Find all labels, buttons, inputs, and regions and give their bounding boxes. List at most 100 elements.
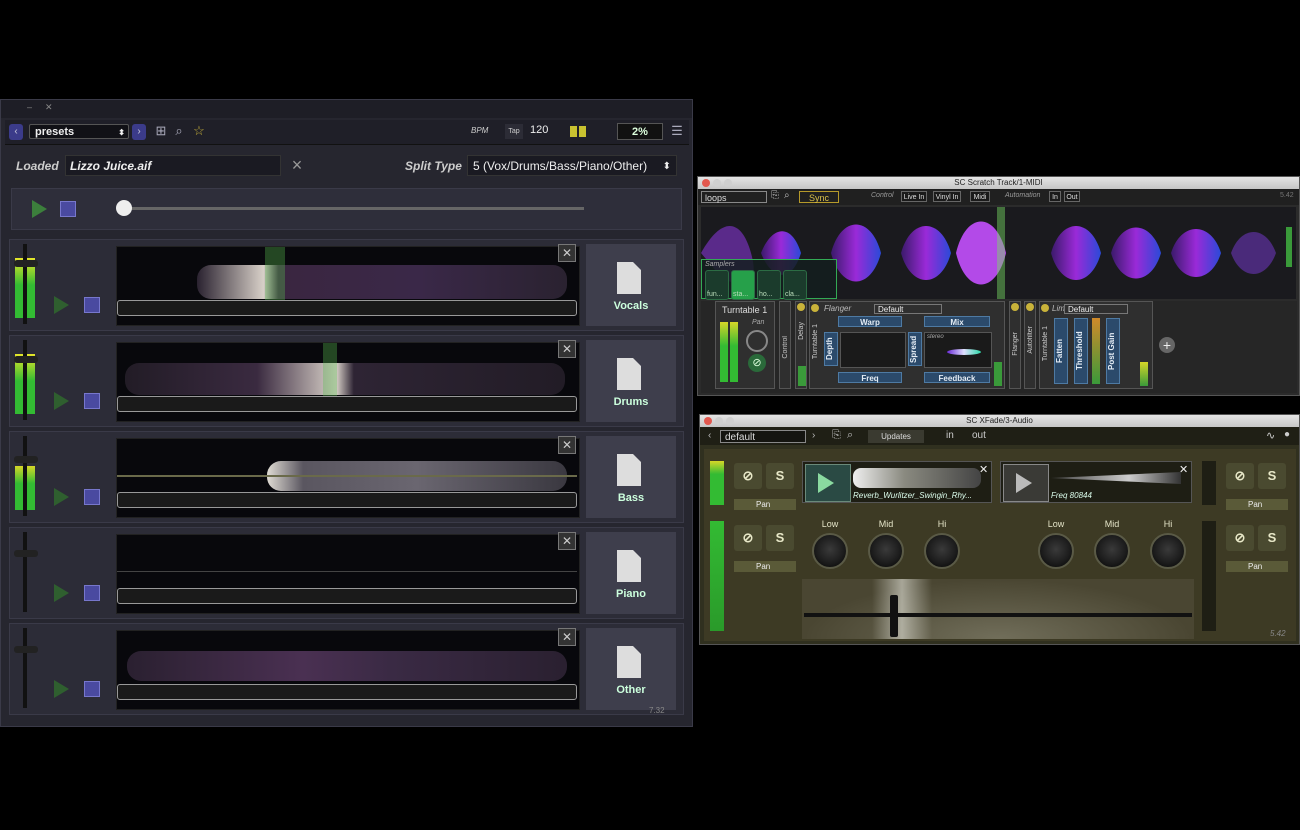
waveform-overview[interactable]	[117, 396, 577, 412]
power-icon[interactable]	[811, 304, 819, 312]
sampler-pad[interactable]: ho...	[757, 270, 781, 300]
user-icon[interactable]: ●	[1284, 429, 1290, 440]
position-slider-track[interactable]	[122, 207, 584, 210]
link-icon[interactable]: ⎘	[771, 190, 779, 201]
mute-button[interactable]: ⊘	[734, 463, 762, 489]
stop-icon[interactable]	[84, 297, 100, 313]
close-window-button[interactable]: ✕	[45, 103, 55, 112]
add-folder-icon[interactable]: ⊞	[153, 123, 169, 139]
close-icon[interactable]: ✕	[558, 340, 576, 358]
play-icon[interactable]	[32, 200, 47, 218]
power-icon[interactable]	[797, 303, 805, 311]
volume-fader-handle[interactable]	[14, 356, 38, 363]
star-icon[interactable]: ☆	[191, 123, 207, 139]
eq-hi-knob[interactable]	[924, 533, 960, 569]
solo-button[interactable]: S	[766, 463, 794, 489]
crossfader-area[interactable]	[802, 579, 1194, 639]
freq-button[interactable]: Freq	[838, 372, 902, 383]
loaded-file-field[interactable]: Lizzo Juice.aif	[65, 155, 281, 176]
volume-fader-handle[interactable]	[14, 456, 38, 463]
sampler-pad[interactable]: sta...	[731, 270, 755, 300]
play-icon[interactable]	[54, 680, 69, 698]
power-icon[interactable]	[1011, 303, 1019, 311]
window-titlebar[interactable]: SC Scratch Track/1-MIDI	[698, 177, 1299, 189]
play-icon[interactable]	[54, 584, 69, 602]
power-icon[interactable]	[1026, 303, 1034, 311]
eq-mid-knob[interactable]	[868, 533, 904, 569]
close-icon[interactable]: ✕	[558, 628, 576, 646]
chevron-left-icon[interactable]: ‹	[708, 430, 711, 441]
close-window-button[interactable]	[702, 179, 710, 187]
chevron-left-icon[interactable]: ‹	[9, 124, 23, 140]
volume-fader-track[interactable]	[1202, 461, 1216, 505]
depth-button[interactable]: Depth	[824, 332, 838, 366]
mute-button[interactable]: ⊘	[1226, 463, 1254, 489]
split-type-select[interactable]: 5 (Vox/Drums/Bass/Piano/Other) ⬍	[467, 155, 677, 176]
search-icon[interactable]: ⌕	[784, 190, 790, 201]
stop-icon[interactable]	[84, 489, 100, 505]
mute-button[interactable]: ⊘	[1226, 525, 1254, 551]
power-icon[interactable]	[1041, 304, 1049, 312]
deck-a[interactable]: Reverb_Wurlitzer_Swingin_Rhy... ✕	[802, 461, 992, 503]
close-icon[interactable]: ✕	[558, 436, 576, 454]
zoom-button[interactable]	[724, 179, 732, 187]
post-gain-button[interactable]: Post Gain	[1106, 318, 1120, 384]
plus-icon[interactable]: +	[1159, 337, 1175, 353]
stem-file-card[interactable]: Bass	[586, 436, 676, 518]
play-icon[interactable]	[54, 392, 69, 410]
pan-slider[interactable]: Pan	[734, 561, 796, 572]
play-icon[interactable]	[805, 464, 851, 502]
close-window-button[interactable]	[704, 417, 712, 425]
volume-fader-track[interactable]	[23, 628, 27, 708]
vinyl-in-button[interactable]: Vinyl In	[933, 191, 961, 202]
close-icon[interactable]: ✕	[558, 244, 576, 262]
bpm-value[interactable]: 120	[530, 124, 548, 136]
pan-slider[interactable]: Pan	[1226, 499, 1288, 510]
eq-hi-knob[interactable]	[1150, 533, 1186, 569]
waveform-overview[interactable]	[117, 684, 577, 700]
window-titlebar[interactable]: ‒ ✕	[1, 100, 692, 118]
updates-button[interactable]: Updates	[868, 430, 924, 443]
mute-icon[interactable]: ⊘	[748, 354, 766, 372]
close-icon[interactable]: ✕	[979, 463, 988, 476]
menu-icon[interactable]: ☰	[669, 123, 685, 139]
sync-button[interactable]: Sync	[799, 191, 839, 203]
mix-button[interactable]: Mix	[924, 316, 990, 327]
stop-icon[interactable]	[84, 393, 100, 409]
play-icon[interactable]	[1003, 464, 1049, 502]
zoom-button[interactable]	[726, 417, 734, 425]
chevron-right-icon[interactable]: ›	[812, 430, 815, 441]
live-in-button[interactable]: Live In	[901, 191, 927, 202]
volume-fader-handle[interactable]	[14, 550, 38, 557]
stem-file-card[interactable]: Drums	[586, 340, 676, 422]
deck-b[interactable]: Freq 80844 ✕	[1000, 461, 1192, 503]
stop-icon[interactable]	[84, 585, 100, 601]
pan-slider[interactable]: Pan	[734, 499, 796, 510]
volume-fader-handle[interactable]	[14, 260, 38, 267]
automation-in-button[interactable]: In	[1049, 191, 1061, 202]
volume-fader-track[interactable]	[23, 532, 27, 612]
search-icon[interactable]: ⌕	[171, 123, 187, 139]
sampler-pad[interactable]: fun...	[705, 270, 729, 300]
stem-file-card[interactable]: Other	[586, 628, 676, 710]
link-icon[interactable]: ⎘	[832, 429, 841, 442]
waveform-overview[interactable]	[117, 492, 577, 508]
search-icon[interactable]: ⌕	[847, 429, 853, 442]
tap-tempo-button[interactable]: Tap	[505, 124, 523, 139]
stem-file-card[interactable]: Piano	[586, 532, 676, 614]
position-slider-handle[interactable]	[116, 200, 132, 216]
pan-slider[interactable]: Pan	[1226, 561, 1288, 572]
waveform-overview[interactable]	[117, 300, 577, 316]
output-routing[interactable]: out	[972, 430, 986, 441]
close-icon[interactable]: ✕	[558, 532, 576, 550]
mute-button[interactable]: ⊘	[734, 525, 762, 551]
midi-button[interactable]: Midi	[970, 191, 990, 202]
limiter-preset-select[interactable]: Default	[1064, 304, 1128, 314]
eq-mid-knob[interactable]	[1094, 533, 1130, 569]
waveform-icon[interactable]: ∿	[1266, 429, 1275, 442]
threshold-button[interactable]: Threshold	[1074, 318, 1088, 384]
stereo-display[interactable]: stereo	[924, 332, 992, 368]
play-icon[interactable]	[54, 488, 69, 506]
freq-graph[interactable]	[840, 332, 906, 368]
volume-fader-handle[interactable]	[14, 646, 38, 653]
